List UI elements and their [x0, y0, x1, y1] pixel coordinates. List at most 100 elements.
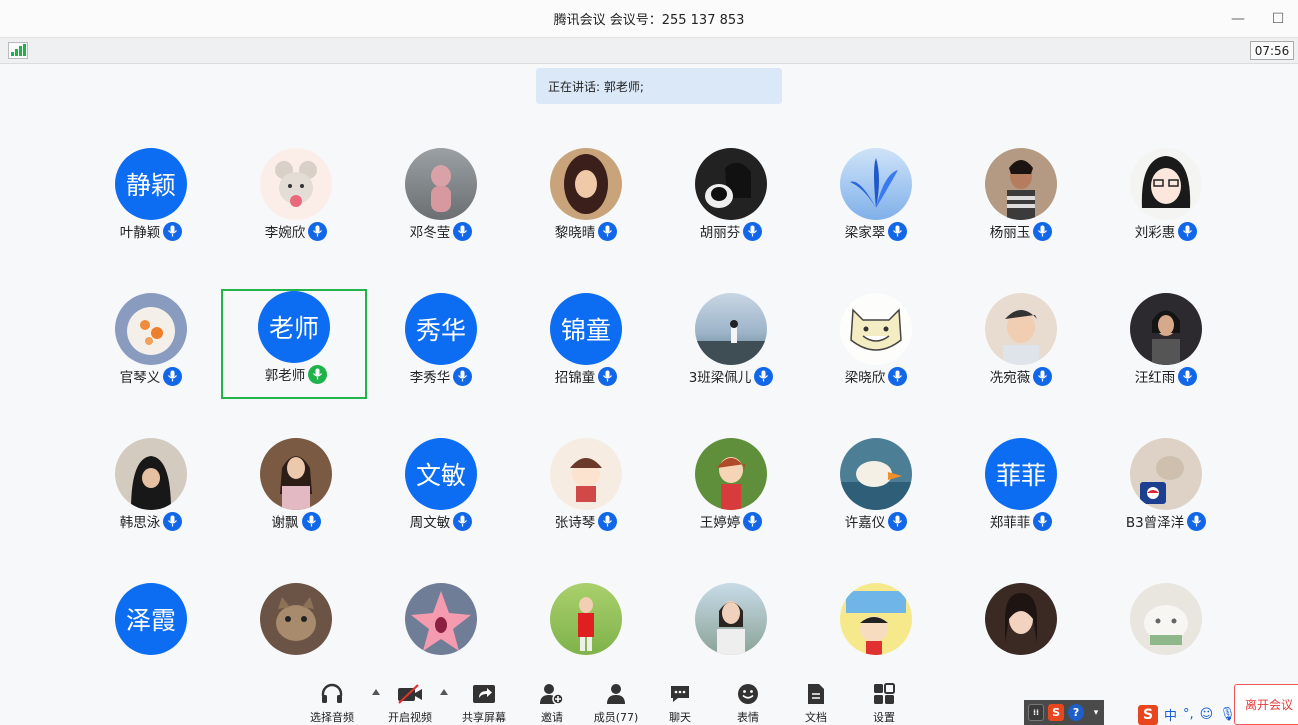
emoji-ime-icon[interactable]: ☺: [1200, 707, 1214, 722]
participant-avatar: [985, 148, 1057, 220]
participant-name: 李婉欣: [264, 225, 306, 241]
participant-tile[interactable]: 官琴义: [78, 291, 224, 401]
participant-name: 冼宛薇: [989, 370, 1031, 386]
microphone-icon: [888, 221, 908, 241]
participant-name: 李秀华: [409, 370, 451, 386]
participant-name-line: 3班梁佩儿: [658, 365, 804, 387]
participant-tile[interactable]: [513, 581, 659, 691]
members-button[interactable]: 成员(77): [586, 676, 646, 725]
participant-tile[interactable]: 文敏 周文敏: [368, 436, 514, 546]
participant-tile[interactable]: 韩思泳: [78, 436, 224, 546]
share-icon: [471, 681, 497, 707]
participant-tile[interactable]: 张诗琴: [513, 436, 659, 546]
participant-name-line: 刘彩惠: [1093, 220, 1239, 242]
minimize-icon[interactable]: —: [1218, 0, 1258, 38]
participant-avatar: [1130, 293, 1202, 365]
smiley-icon: [735, 681, 761, 707]
participant-name: 汪红雨: [1134, 370, 1176, 386]
participant-tile[interactable]: 汪红雨: [1093, 291, 1239, 401]
participant-tile[interactable]: 静颖 叶静颖: [78, 146, 224, 256]
participant-tile[interactable]: 谢飘: [223, 436, 369, 546]
participant-tile[interactable]: [1093, 581, 1239, 691]
microphone-icon: [598, 511, 618, 531]
emoji-button[interactable]: 表情: [718, 676, 778, 725]
participant-tile[interactable]: 邓冬莹: [368, 146, 514, 256]
tray-expand-icon[interactable]: ▾: [1088, 704, 1104, 721]
participant-tile[interactable]: [803, 581, 949, 691]
microphone-icon: [1033, 221, 1053, 241]
participant-tile[interactable]: 梁晓欣: [803, 291, 949, 401]
participant-tile[interactable]: 王婷婷: [658, 436, 804, 546]
participant-tile[interactable]: 胡丽芬: [658, 146, 804, 256]
participant-name-line: 招锦童: [513, 365, 659, 387]
participant-name-line: 周文敏: [368, 510, 514, 532]
maximize-icon[interactable]: ☐: [1258, 0, 1298, 38]
participant-tile[interactable]: [223, 581, 369, 691]
participant-avatar: 菲菲: [985, 438, 1057, 510]
participant-tile[interactable]: 泽霞: [78, 581, 224, 691]
participant-tile[interactable]: 老师 郭老师: [221, 289, 367, 399]
video-off-icon: [397, 681, 423, 707]
signal-icon[interactable]: [8, 42, 28, 59]
participant-tile[interactable]: 秀华李秀华: [368, 291, 514, 401]
participant-tile[interactable]: [368, 581, 514, 691]
microphone-icon: [453, 221, 473, 241]
participant-tile[interactable]: 杨丽玉: [948, 146, 1094, 256]
help-icon[interactable]: ?: [1068, 704, 1085, 721]
video-button[interactable]: 开启视频: [380, 676, 440, 725]
participant-tile[interactable]: 冼宛薇: [948, 291, 1094, 401]
avatar-initials: 锦童: [560, 316, 611, 345]
participant-name: 杨丽玉: [989, 225, 1031, 241]
participant-name: 张诗琴: [554, 515, 596, 531]
participant-tile[interactable]: 梁家翠: [803, 146, 949, 256]
audio-options-caret[interactable]: [372, 689, 380, 695]
participant-tile[interactable]: 3班梁佩儿: [658, 291, 804, 401]
microphone-icon: [888, 511, 908, 531]
participant-tile[interactable]: [658, 581, 804, 691]
participant-avatar: [840, 438, 912, 510]
members-icon: [603, 681, 629, 707]
participant-avatar: [115, 293, 187, 365]
participant-tile[interactable]: 许嘉仪: [803, 436, 949, 546]
participant-tile[interactable]: 刘彩惠: [1093, 146, 1239, 256]
invite-button[interactable]: 邀请: [522, 676, 582, 725]
punctuation-icon[interactable]: °,: [1183, 707, 1194, 722]
settings-button[interactable]: 设置: [854, 676, 914, 725]
microphone-icon: [1033, 366, 1053, 386]
participant-tile[interactable]: B3曾泽洋: [1093, 436, 1239, 546]
participant-tile[interactable]: [948, 581, 1094, 691]
video-options-caret[interactable]: [440, 689, 448, 695]
avatar-initials: 秀华: [415, 316, 466, 345]
participant-name: 邓冬莹: [409, 225, 451, 241]
participant-tile[interactable]: 菲菲 郑菲菲: [948, 436, 1094, 546]
participant-name-line: 韩思泳: [78, 510, 224, 532]
chat-button[interactable]: 聊天: [650, 676, 710, 725]
audio-button[interactable]: 选择音频: [302, 676, 362, 725]
share-screen-button[interactable]: 共享屏幕: [454, 676, 514, 725]
ime-language[interactable]: 中: [1164, 705, 1177, 724]
participant-name-line: 张诗琴: [513, 510, 659, 532]
microphone-icon: [301, 511, 321, 531]
participant-name: 韩思泳: [119, 515, 161, 531]
participant-tile[interactable]: 李婉欣: [223, 146, 369, 256]
avatar-initials: 静颖: [125, 171, 176, 200]
participant-tile[interactable]: 锦童 招锦童: [513, 291, 659, 401]
microphone-icon: [743, 221, 763, 241]
share-label: 共享屏幕: [462, 711, 506, 724]
participant-name: 许嘉仪: [844, 515, 886, 531]
sogou-logo-icon[interactable]: S: [1138, 704, 1158, 725]
participant-name-line: 李秀华: [368, 365, 514, 387]
microphone-icon: [598, 221, 618, 241]
leave-meeting-button[interactable]: 离开会议: [1234, 684, 1298, 725]
status-bar: 07:56: [0, 38, 1298, 64]
sogou-tray-icon[interactable]: S: [1048, 704, 1065, 721]
participant-name: 王婷婷: [699, 515, 741, 531]
participant-name: 周文敏: [409, 515, 451, 531]
participant-avatar: [260, 583, 332, 655]
participant-avatar: [985, 583, 1057, 655]
participant-tile[interactable]: 黎晓晴: [513, 146, 659, 256]
docs-button[interactable]: 文档: [786, 676, 846, 725]
tray-grip-icon[interactable]: ⁞⁞: [1028, 704, 1045, 721]
participant-avatar: [1130, 148, 1202, 220]
participant-avatar: 泽霞: [115, 583, 187, 655]
